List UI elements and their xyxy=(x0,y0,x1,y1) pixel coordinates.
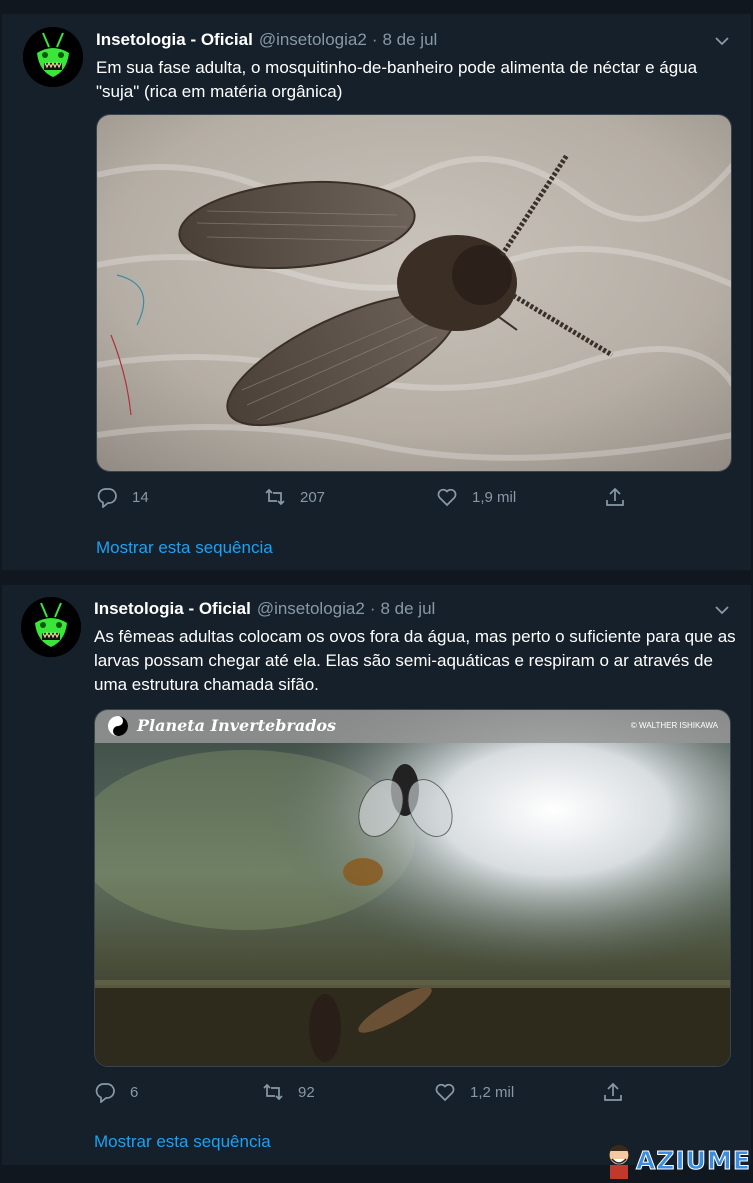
retweet-icon xyxy=(265,488,285,506)
tweet-header: Insetologia - Oficial @insetologia2 · 8 … xyxy=(96,30,437,50)
yin-yang-icon xyxy=(108,716,128,736)
tweet-header: Insetologia - Oficial @insetologia2 · 8 … xyxy=(94,599,435,619)
avatar[interactable] xyxy=(23,27,83,87)
share-button[interactable] xyxy=(604,486,640,508)
like-icon xyxy=(437,488,457,507)
tweet-actions: 14 207 1,9 mil xyxy=(96,486,656,510)
mascot-logo xyxy=(608,1144,630,1179)
separator: · xyxy=(369,599,376,618)
reply-icon xyxy=(97,488,117,508)
share-icon xyxy=(604,1082,622,1101)
tweet-image-moth[interactable] xyxy=(96,114,732,472)
author-name[interactable]: Insetologia - Oficial xyxy=(96,30,253,50)
retweet-count: 207 xyxy=(300,488,326,506)
author-name[interactable]: Insetologia - Oficial xyxy=(94,599,251,619)
reply-count: 6 xyxy=(130,1083,139,1101)
chevron-down-icon[interactable] xyxy=(713,32,731,50)
site-watermark: AZIUME xyxy=(602,1141,751,1179)
tweet-text: Em sua fase adulta, o mosquitinho-de-ban… xyxy=(96,58,698,101)
reply-icon xyxy=(95,1083,115,1103)
image-credit: © WALTHER ISHIKAWA xyxy=(630,721,718,730)
tweet-text: As fêmeas adultas colocam os ovos fora d… xyxy=(94,627,736,694)
retweet-button[interactable]: 207 xyxy=(264,486,325,508)
chevron-down-icon[interactable] xyxy=(713,601,731,619)
reply-count: 14 xyxy=(132,488,149,506)
author-handle[interactable]: @insetologia2 xyxy=(257,599,365,619)
retweet-button[interactable]: 92 xyxy=(262,1081,315,1103)
watermark-text: AZIUME xyxy=(635,1145,751,1175)
show-thread-link[interactable]: Mostrar esta sequência xyxy=(94,1132,271,1152)
like-button[interactable]: 1,2 mil xyxy=(434,1081,514,1103)
separator: · xyxy=(371,30,378,49)
tweet-date[interactable]: 8 de jul xyxy=(382,30,437,50)
like-count: 1,9 mil xyxy=(472,488,517,506)
tweet-card[interactable]: Insetologia - Oficial @insetologia2 · 8 … xyxy=(2,14,751,570)
tweet-date[interactable]: 8 de jul xyxy=(380,599,435,619)
reply-button[interactable]: 14 xyxy=(96,486,149,508)
share-icon xyxy=(606,487,624,506)
show-thread-link[interactable]: Mostrar esta sequência xyxy=(96,538,273,558)
image-overlay-title: Planeta Invertebrados xyxy=(137,716,337,735)
share-button[interactable] xyxy=(602,1081,638,1103)
retweet-icon xyxy=(263,1083,283,1101)
like-count: 1,2 mil xyxy=(470,1083,515,1101)
author-handle[interactable]: @insetologia2 xyxy=(259,30,367,50)
tweet-actions: 6 92 1,2 mil xyxy=(94,1081,654,1105)
reply-button[interactable]: 6 xyxy=(94,1081,138,1103)
tweet-card[interactable]: Insetologia - Oficial @insetologia2 · 8 … xyxy=(2,585,751,1165)
avatar[interactable] xyxy=(21,597,81,657)
like-icon xyxy=(435,1083,455,1102)
tweet-image-larvae[interactable]: Planeta Invertebrados © WALTHER ISHIKAWA xyxy=(94,709,731,1067)
retweet-count: 92 xyxy=(298,1083,315,1101)
like-button[interactable]: 1,9 mil xyxy=(436,486,516,508)
